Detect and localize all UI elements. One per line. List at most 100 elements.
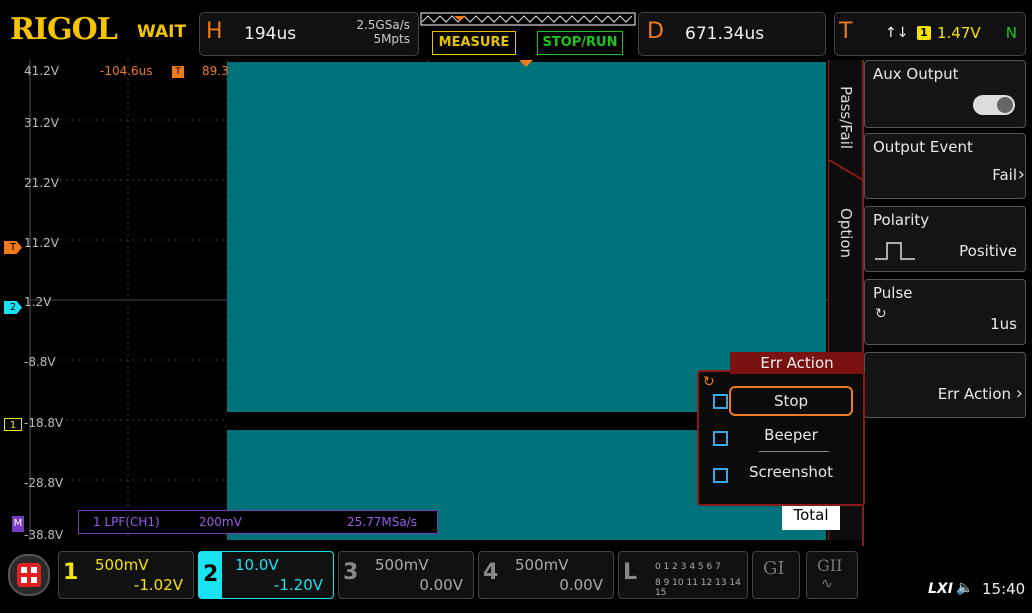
channel2-box[interactable]: 2 10.0V -1.20V: [198, 551, 334, 599]
option-beeper[interactable]: Beeper: [729, 422, 853, 448]
lpf-rate: 25.77MSa/s: [347, 515, 417, 529]
lxi-logo: LXI: [928, 581, 953, 597]
chevron-right-icon: ›: [1015, 383, 1023, 404]
math-marker[interactable]: M: [12, 516, 24, 532]
channel3-box[interactable]: 3 500mV 0.00V: [338, 551, 474, 599]
tab-option[interactable]: Option: [837, 208, 855, 258]
screenshot-checkbox[interactable]: [713, 468, 728, 483]
ch2-scale: 10.0V: [235, 556, 279, 574]
ch4-offset: 0.00V: [559, 576, 603, 594]
polarity-panel[interactable]: Polarity Positive: [864, 206, 1026, 272]
volt-label: 1.2V: [24, 295, 52, 309]
ch2-offset: -1.20V: [273, 576, 323, 594]
acquisition-status: WAIT: [137, 22, 187, 42]
generator2-button[interactable]: GII ∿: [806, 551, 858, 599]
trigger-marker-icon: T: [172, 66, 184, 78]
ch3-scale: 500mV: [375, 556, 429, 574]
rigol-logo: RIGOL: [10, 12, 118, 47]
trigger-level: 1.47V: [937, 24, 981, 42]
sample-rate: 2.5GSa/s: [356, 18, 410, 32]
polarity-value: Positive: [959, 242, 1017, 260]
option-divider: [759, 451, 829, 452]
horizontal-timebase[interactable]: H 194us 2.5GSa/s 5Mpts: [199, 12, 419, 56]
main-menu-button[interactable]: [8, 554, 50, 596]
delay-display[interactable]: D 671.34us: [638, 12, 826, 56]
ch1-scale: 500mV: [95, 556, 149, 574]
option-stop[interactable]: Stop: [729, 386, 853, 416]
channel4-box[interactable]: 4 500mV 0.00V: [478, 551, 614, 599]
delay-value: 671.34us: [685, 24, 765, 44]
volt-label: 11.2V: [24, 236, 59, 250]
horizontal-info: 2.5GSa/s 5Mpts: [356, 18, 410, 46]
output-event-value: Fail: [992, 166, 1017, 184]
output-event-panel[interactable]: Output Event Fail ›: [864, 133, 1026, 199]
ch3-number: 3: [343, 560, 359, 585]
ch1-number: 1: [63, 560, 79, 585]
logic-channels-row1: 0 1 2 3 4 5 6 7: [655, 562, 721, 572]
lpf-scale: 200mV: [199, 515, 242, 529]
stop-checkbox[interactable]: [713, 394, 728, 409]
aux-output-label: Aux Output: [873, 65, 959, 83]
generator2-label: GII: [817, 556, 843, 575]
channel1-box[interactable]: 1 500mV -1.02V: [58, 551, 194, 599]
trigger-slope-icon: ↑↓: [885, 25, 909, 41]
logic-channels-row2: 8 9 10 11 12 13 14 15: [655, 578, 741, 598]
horizontal-letter: H: [206, 19, 223, 44]
logic-letter: L: [623, 560, 638, 585]
lpf-label: 1 LPF(CH1): [93, 515, 160, 529]
generator1-label: GI: [763, 558, 785, 579]
clock: 15:40: [982, 580, 1026, 598]
trigger-letter: T: [839, 19, 853, 44]
logic-analyzer-box[interactable]: L 0 1 2 3 4 5 6 7 8 9 10 11 12 13 14 15: [618, 551, 748, 599]
trigger-position-marker: [519, 60, 533, 67]
measure-button[interactable]: MEASURE: [432, 31, 516, 55]
aux-output-panel[interactable]: Aux Output: [864, 60, 1026, 128]
trigger-display[interactable]: T ↑↓ 1 1.47V N: [834, 12, 1026, 56]
trigger-source-badge: 1: [917, 26, 931, 40]
tab-pass-fail[interactable]: Pass/Fail: [837, 86, 855, 149]
volt-label: 21.2V: [24, 176, 59, 190]
pulse-label: Pulse: [873, 284, 913, 302]
speaker-mute-icon[interactable]: 🔈: [956, 580, 973, 596]
chevron-right-icon: ›: [1017, 164, 1025, 185]
ch1-offset: -1.02V: [133, 576, 183, 594]
output-event-label: Output Event: [873, 138, 973, 156]
volt-label: -28.8V: [24, 476, 64, 490]
grid-menu-icon: [17, 563, 41, 587]
ch2-number: 2: [199, 552, 223, 598]
volt-label: -38.8V: [24, 528, 64, 542]
generator1-button[interactable]: GI: [752, 551, 800, 599]
ch1-offset-marker[interactable]: 1: [4, 418, 22, 431]
volt-label: -8.8V: [24, 355, 56, 369]
pulse-panel[interactable]: Pulse ↻ 1us: [864, 279, 1026, 345]
volt-label: 41.2V: [24, 64, 59, 78]
volt-label: -18.8V: [24, 416, 64, 430]
horizontal-value: 194us: [244, 24, 297, 44]
cursor-partial-readout: 89.3: [202, 64, 229, 78]
option-screenshot[interactable]: Screenshot: [729, 459, 853, 485]
ch4-number: 4: [483, 560, 499, 585]
aux-output-toggle[interactable]: [973, 95, 1015, 115]
trigger-mode: N: [1005, 24, 1017, 42]
sine-wave-icon: ∿: [821, 576, 833, 592]
knob-icon: ↻: [703, 374, 715, 390]
ch3-offset: 0.00V: [419, 576, 463, 594]
cursor-time-readout: -104.6us: [100, 64, 153, 78]
pulse-polarity-icon: [875, 242, 915, 260]
tab-divider: [829, 160, 863, 180]
err-action-popup: ↻ Stop Beeper Screenshot: [697, 370, 865, 506]
volt-label: 31.2V: [24, 116, 59, 130]
knob-icon: ↻: [875, 306, 887, 322]
delay-letter: D: [647, 19, 664, 44]
err-action-panel[interactable]: Err Action ›: [864, 352, 1026, 418]
lpf-info-bar: 1 LPF(CH1) 200mV 25.77MSa/s: [78, 510, 438, 534]
polarity-label: Polarity: [873, 211, 930, 229]
stop-run-button[interactable]: STOP/RUN: [537, 31, 623, 55]
err-action-label: Err Action: [937, 385, 1011, 403]
ch4-scale: 500mV: [515, 556, 569, 574]
pulse-value: 1us: [990, 315, 1017, 333]
memory-waveform-overview: [420, 12, 636, 26]
err-action-popup-title: Err Action: [730, 352, 864, 374]
beeper-checkbox[interactable]: [713, 431, 728, 446]
memory-depth: 5Mpts: [373, 32, 410, 46]
